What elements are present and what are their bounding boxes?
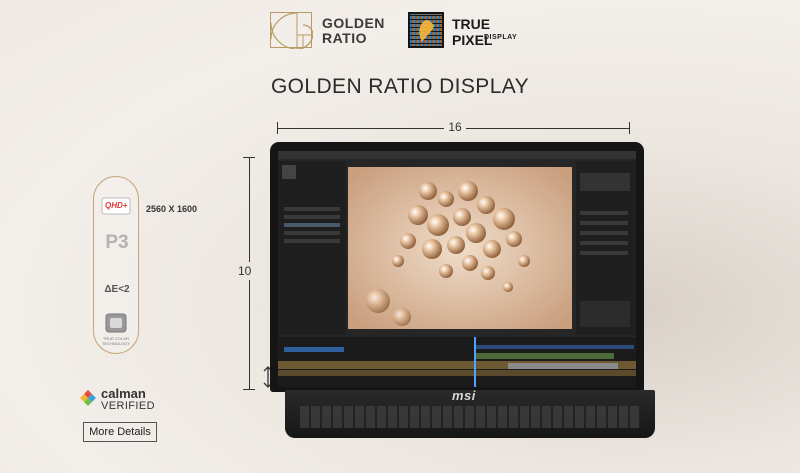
width-dimension-cap-left [277, 122, 278, 134]
qhd-plus-text: QHD+ [105, 201, 128, 210]
width-dimension-label: 16 [440, 120, 470, 134]
laptop-keyboard [300, 406, 640, 428]
calman-icon [79, 389, 97, 407]
true-color-label: TRUE COLOR TECHNOLOGY [98, 336, 134, 346]
true-pixel-title: TRUE PIXEL [452, 16, 493, 48]
height-dimension-cap-bottom [243, 389, 255, 390]
qhd-plus-badge: QHD+ [101, 197, 131, 215]
calman-name: calman [101, 386, 146, 401]
screen-editing-app-image [278, 151, 636, 387]
golden-ratio-icon [270, 12, 314, 50]
true-color-line2: TECHNOLOGY [101, 341, 130, 346]
msi-logo: msi [452, 388, 476, 403]
true-color-icon [104, 313, 128, 335]
p3-gamut-label: P3 [105, 232, 129, 253]
true-pixel-subtitle: DISPLAY [484, 34, 518, 41]
width-dimension-cap-right [629, 122, 630, 134]
laptop-screen [278, 151, 636, 387]
true-pixel-icon [408, 12, 444, 48]
page-title: GOLDEN RATIO DISPLAY [270, 75, 530, 98]
golden-ratio-line1: GOLDEN [322, 15, 385, 31]
golden-ratio-logo: GOLDEN RATIO [270, 12, 385, 50]
true-pixel-logo: TRUE PIXEL DISPLAY [408, 10, 528, 50]
resolution-text: 2560 X 1600 [146, 204, 198, 214]
more-details-button[interactable]: More Details [83, 422, 157, 442]
calman-verified-text: VERIFIED [101, 400, 155, 412]
height-dimension-cap-top [243, 157, 255, 158]
golden-ratio-line2: RATIO [322, 30, 368, 46]
golden-ratio-wordmark: GOLDEN RATIO [322, 16, 385, 46]
delta-e-label: ΔE<2 [104, 284, 130, 295]
height-dimension-label: 10 [238, 262, 252, 280]
width-dimension-value: 16 [444, 120, 466, 134]
calman-verified-badge: calman VERIFIED [79, 386, 169, 416]
